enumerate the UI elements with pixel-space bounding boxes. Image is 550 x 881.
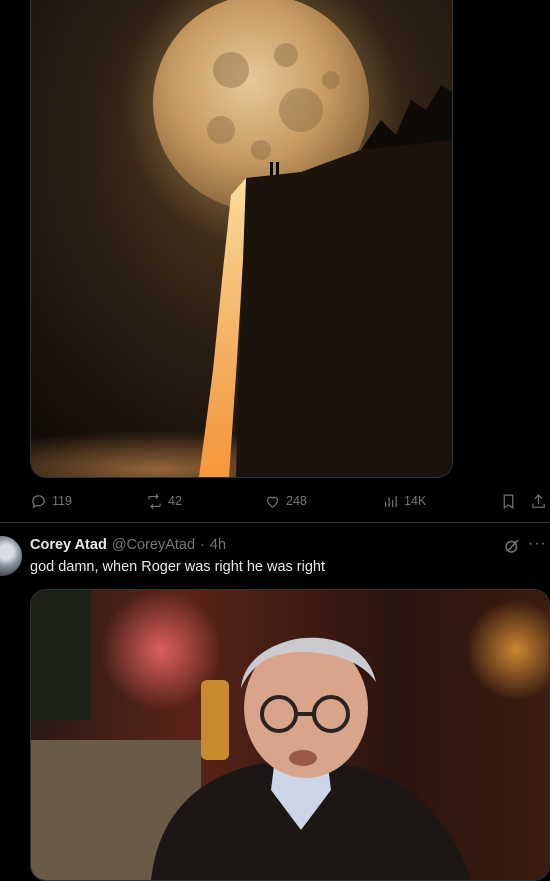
post-header: Corey Atad @CoreyAtad · 4h bbox=[30, 537, 226, 553]
post-media-image[interactable] bbox=[30, 0, 453, 478]
analytics-icon bbox=[384, 495, 397, 507]
post-divider bbox=[0, 522, 550, 523]
author-name[interactable]: Corey Atad bbox=[30, 537, 107, 553]
reply-icon bbox=[32, 494, 45, 508]
author-handle[interactable]: @CoreyAtad bbox=[112, 537, 195, 553]
post-action-bar: 119 42 248 14K bbox=[30, 488, 550, 514]
moon-waterfall-image bbox=[31, 0, 452, 477]
repost-button[interactable]: 42 bbox=[146, 488, 182, 514]
grok-icon[interactable] bbox=[503, 537, 521, 555]
view-count: 14K bbox=[404, 494, 427, 508]
reply-button[interactable]: 119 bbox=[30, 488, 72, 514]
repost-icon bbox=[148, 493, 161, 509]
heart-icon bbox=[266, 496, 279, 508]
repost-count: 42 bbox=[168, 494, 182, 508]
avatar[interactable] bbox=[0, 536, 22, 576]
post-text: god damn, when Roger was right he was ri… bbox=[30, 559, 325, 575]
man-photo-image bbox=[31, 590, 549, 880]
share-icon bbox=[532, 493, 545, 508]
post-timestamp[interactable]: 4h bbox=[210, 537, 226, 553]
reply-count: 119 bbox=[52, 494, 72, 508]
like-count: 248 bbox=[286, 494, 307, 508]
separator-dot: · bbox=[200, 537, 205, 553]
views-button[interactable]: 14K bbox=[382, 488, 426, 514]
share-button[interactable] bbox=[530, 488, 547, 514]
more-options-icon[interactable]: ··· bbox=[528, 535, 547, 553]
like-button[interactable]: 248 bbox=[264, 488, 307, 514]
post-media-image[interactable] bbox=[30, 589, 550, 881]
bookmark-icon bbox=[503, 494, 514, 509]
bookmark-button[interactable] bbox=[500, 488, 517, 514]
